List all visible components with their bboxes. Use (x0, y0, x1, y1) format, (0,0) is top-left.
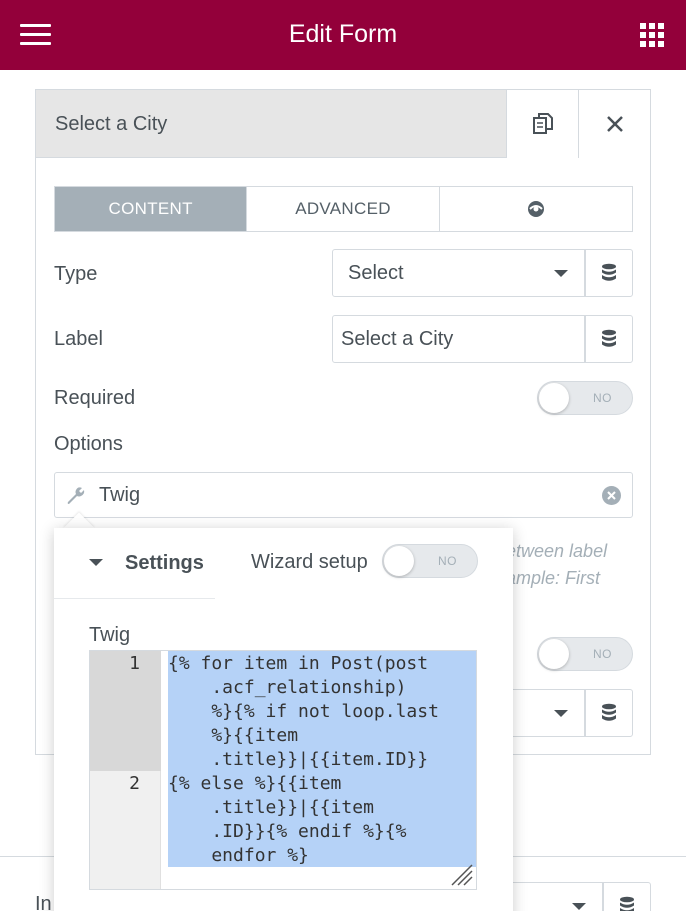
required-toggle[interactable]: NO (537, 381, 633, 415)
toggle-text: NO (593, 647, 612, 661)
required-label: Required (54, 387, 136, 409)
code-line: %}{% if not loop.last (168, 701, 439, 722)
wizard-setup-label: Wizard setup (251, 551, 368, 573)
type-dynamic-button[interactable] (585, 249, 633, 297)
chevron-down-icon (572, 903, 586, 910)
grid-icon[interactable] (640, 23, 664, 47)
code-line: {% else %}{{item (168, 773, 342, 794)
type-label: Type (54, 263, 98, 285)
chevron-down-icon (554, 270, 568, 277)
second-dynamic-button[interactable] (585, 689, 633, 737)
twig-field-label: Twig (99, 484, 141, 506)
options-hint-line2: ample: First (506, 568, 601, 588)
code-line: .ID}}{% endif %}{% (168, 821, 407, 842)
lower-field-label: In (35, 893, 52, 911)
database-icon (602, 703, 616, 721)
lower-dynamic-button[interactable] (603, 882, 651, 911)
wizard-setup-toggle[interactable]: NO (382, 544, 478, 578)
code-line: %}{{item (168, 725, 299, 746)
code-line: {% for item in Post(post (168, 653, 429, 674)
options-hint-line1: etween label (506, 541, 608, 561)
panel-title: Select a City (55, 113, 168, 135)
close-icon (606, 116, 623, 132)
label-dynamic-button[interactable] (585, 315, 633, 363)
line-number: 1 (129, 653, 140, 674)
code-line: .title}}|{{item (168, 797, 374, 818)
database-icon (602, 329, 616, 347)
type-select-value: Select (348, 262, 404, 284)
twig-editor-label: Twig (89, 624, 131, 646)
database-icon (620, 896, 634, 911)
wrench-icon (67, 487, 85, 504)
code-line: endfor %} (168, 845, 309, 866)
tab-advanced[interactable]: ADVANCED (247, 187, 440, 231)
top-bar: Edit Form (0, 0, 686, 70)
duplicate-icon (532, 113, 553, 134)
panel-tabs: CONTENT ADVANCED (54, 186, 633, 232)
toggle-knob (384, 546, 414, 576)
toggle-knob (539, 383, 569, 413)
label-input[interactable]: Select a City (332, 315, 585, 363)
type-select[interactable]: Select (332, 249, 585, 297)
close-button[interactable] (578, 90, 650, 158)
resize-handle-icon[interactable] (448, 861, 474, 887)
toggle-knob (539, 639, 569, 669)
second-toggle[interactable]: NO (537, 637, 633, 671)
lower-select[interactable] (500, 882, 603, 911)
caret-down-icon (89, 559, 103, 566)
line-gutter: 1 2 (90, 651, 161, 889)
tab-visibility[interactable] (440, 187, 632, 231)
code-line: .title}}|{{item.ID}} (168, 749, 429, 770)
twig-code-editor[interactable]: 1 2 {% for item in Post(post .acf_relati… (89, 650, 477, 890)
twig-settings-popup: Settings Wizard setup NO Twig 1 2 {% for… (54, 528, 513, 911)
tab-content[interactable]: CONTENT (55, 187, 248, 231)
label-label: Label (54, 328, 103, 350)
line-number: 2 (129, 773, 140, 794)
toggle-text: NO (438, 554, 457, 568)
clear-icon[interactable] (602, 486, 621, 505)
settings-title: Settings (125, 552, 204, 574)
duplicate-button[interactable] (506, 90, 578, 158)
toggle-text: NO (593, 391, 612, 405)
twig-options-field[interactable]: Twig (54, 472, 633, 518)
database-icon (602, 263, 616, 281)
chevron-down-icon (554, 710, 568, 717)
settings-section-toggle[interactable]: Settings (54, 528, 215, 599)
page-title: Edit Form (288, 20, 398, 48)
eye-icon (527, 201, 544, 217)
code-line: .acf_relationship) (168, 677, 407, 698)
options-label: Options (54, 433, 123, 455)
panel-header: Select a City (36, 90, 650, 158)
